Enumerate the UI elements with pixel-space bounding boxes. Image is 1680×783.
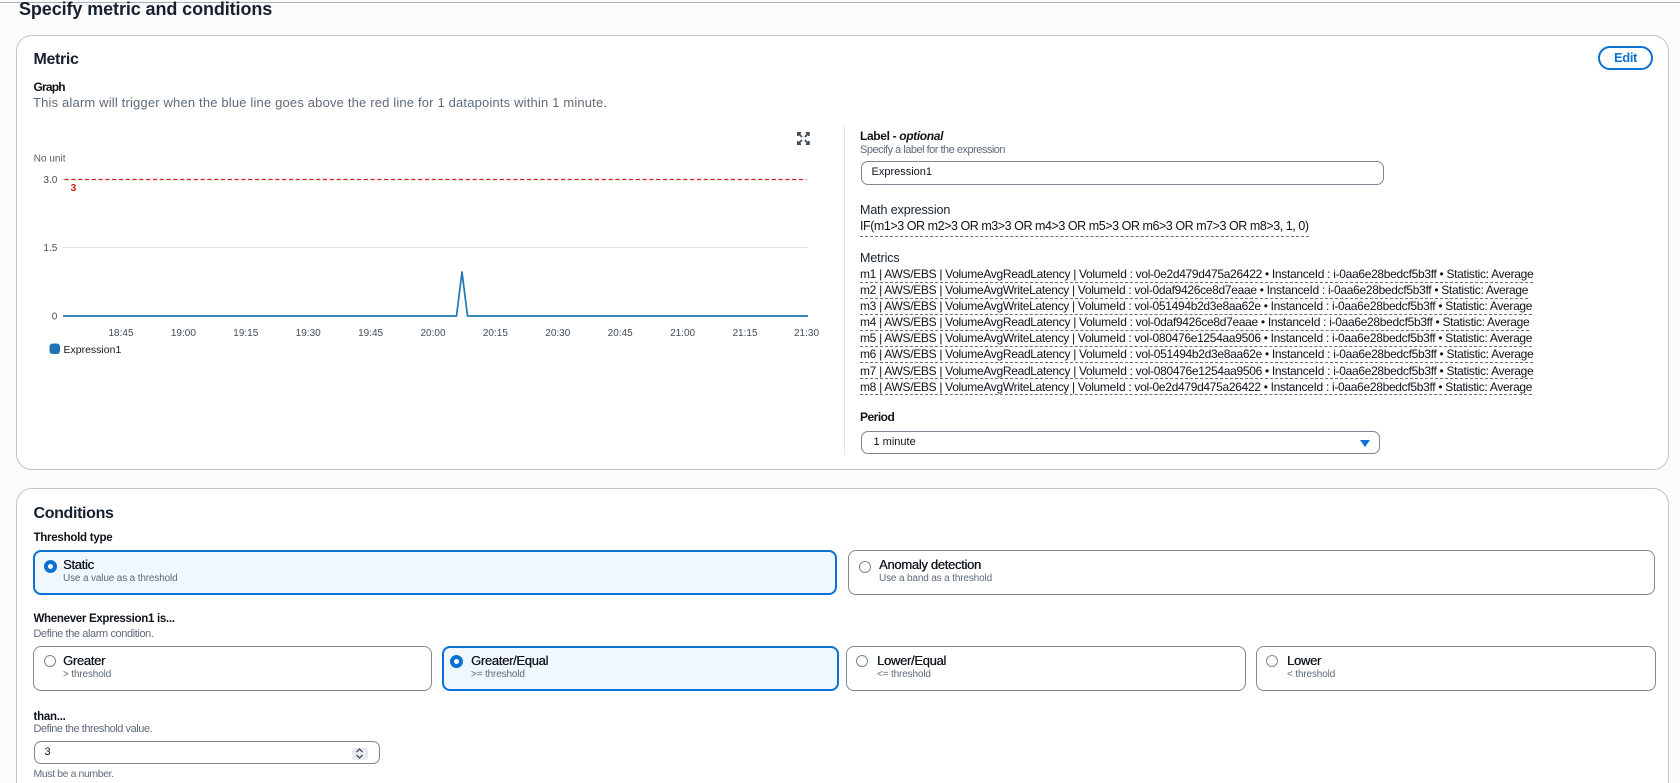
svg-text:19:45: 19:45 bbox=[358, 328, 383, 339]
svg-text:0: 0 bbox=[52, 312, 58, 323]
svg-text:3: 3 bbox=[71, 182, 77, 194]
svg-text:21:30: 21:30 bbox=[794, 328, 819, 339]
svg-text:19:30: 19:30 bbox=[296, 328, 321, 339]
svg-text:20:00: 20:00 bbox=[420, 328, 445, 339]
svg-text:20:30: 20:30 bbox=[545, 328, 570, 339]
svg-text:19:00: 19:00 bbox=[171, 328, 196, 339]
svg-text:3.0: 3.0 bbox=[43, 175, 57, 186]
svg-text:1.5: 1.5 bbox=[43, 243, 57, 254]
svg-text:20:45: 20:45 bbox=[608, 328, 633, 339]
svg-text:18:45: 18:45 bbox=[108, 328, 133, 339]
svg-text:20:15: 20:15 bbox=[483, 328, 508, 339]
svg-text:No unit: No unit bbox=[34, 154, 66, 165]
svg-text:Expression1: Expression1 bbox=[64, 344, 122, 356]
svg-text:19:15: 19:15 bbox=[233, 328, 258, 339]
svg-text:21:15: 21:15 bbox=[732, 328, 757, 339]
svg-text:21:00: 21:00 bbox=[670, 328, 695, 339]
